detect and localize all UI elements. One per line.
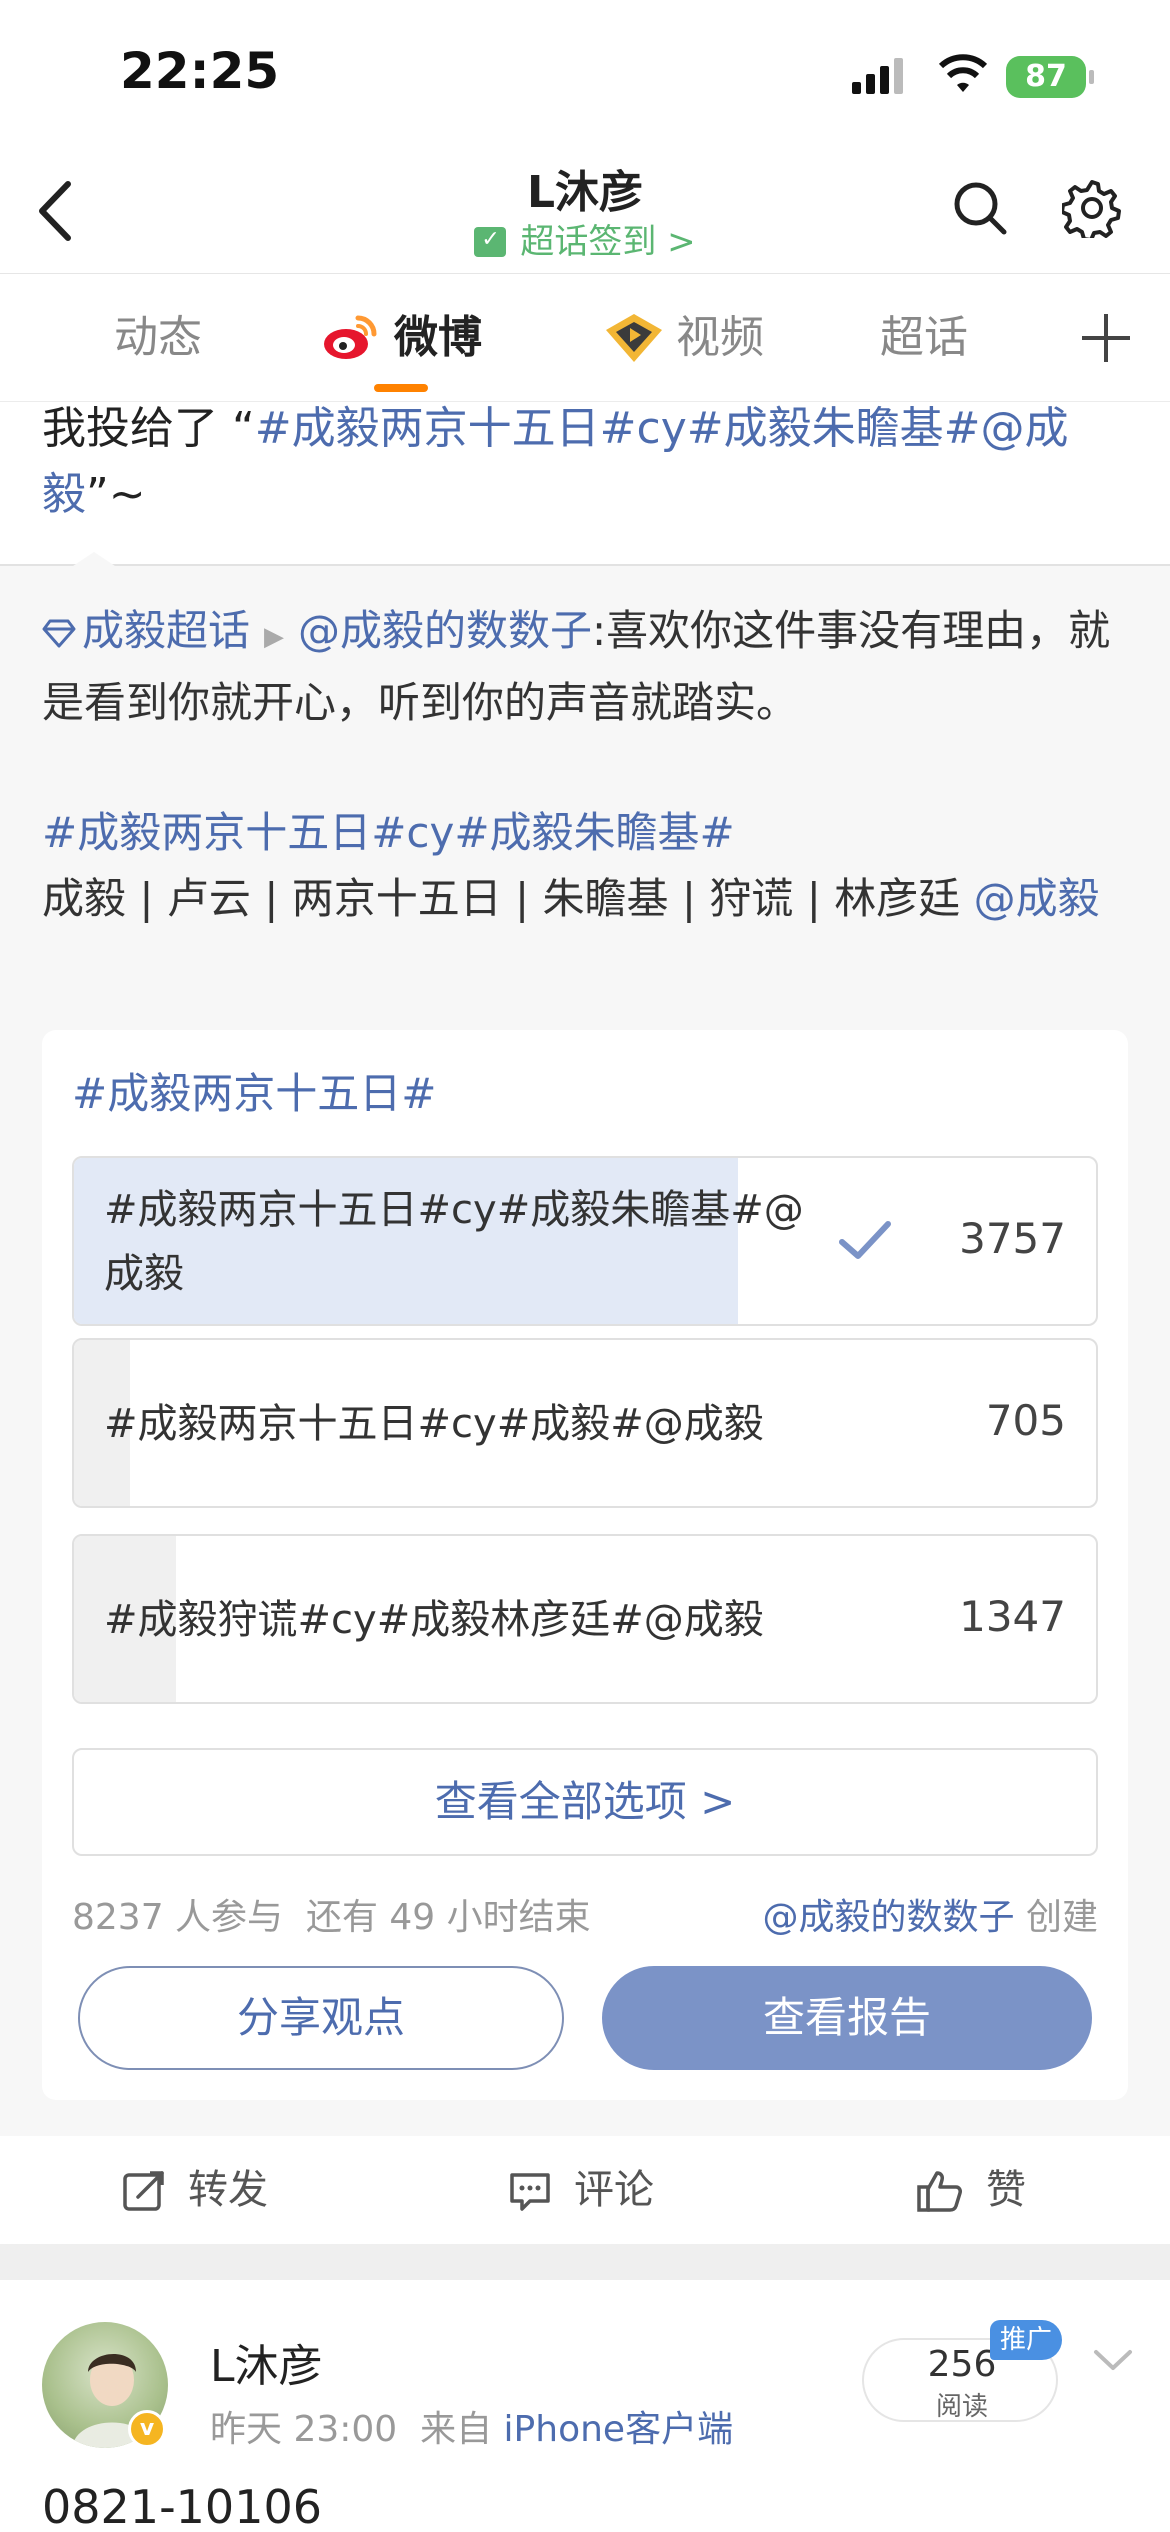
post-username[interactable]: L沐彦	[210, 2330, 323, 2394]
post-text: 0821-10106	[42, 2480, 322, 2532]
tab-supertopic[interactable]: 超话	[880, 274, 968, 402]
read-label: 阅读	[935, 2392, 988, 2422]
post-prefix: 我投给了 “	[42, 403, 255, 454]
verified-badge-icon: v	[128, 2410, 166, 2448]
post-meta: 昨天 23:00 来自 iPhone客户端	[210, 2400, 733, 2452]
post-action-bar: 转发 评论 赞	[0, 2136, 1170, 2244]
poll-remaining: 还有 49 小时结束	[305, 1897, 591, 1938]
poll-creator: @成毅的数数子 创建	[763, 1888, 1098, 1940]
repost-label: 转发	[188, 2167, 268, 2213]
play-arrow-icon: ▶	[264, 622, 285, 652]
comment-button[interactable]: 评论	[508, 2136, 654, 2244]
chevron-down-icon[interactable]	[1088, 2340, 1138, 2380]
post-text: 我投给了 “#成毅两京十五日#cy#成毅朱瞻基#@成毅”~	[42, 396, 1132, 528]
poll-title[interactable]: #成毅两京十五日#	[72, 1060, 436, 1121]
search-icon[interactable]	[950, 178, 1010, 238]
comment-icon	[510, 2173, 550, 2211]
status-bar: 22:25 87	[0, 0, 1170, 140]
post-time: 昨天 23:00	[210, 2409, 398, 2450]
status-time: 22:25	[120, 42, 280, 100]
repost-tags: #成毅两京十五日#cy#成毅朱瞻基# 成毅 | 卢云 | 两京十五日 | 朱瞻基 …	[42, 800, 1132, 932]
view-report-button[interactable]: 查看报告	[602, 1966, 1092, 2070]
checkmark-icon	[839, 1221, 891, 1259]
poll-option-label: #成毅狩谎#cy#成毅林彦廷#@成毅	[104, 1597, 764, 1643]
repost-text: 成毅超话 ▶ @成毅的数数子:喜欢你这件事没有理由，就是看到你就开心，听到你的声音就…	[42, 598, 1132, 736]
poll-option[interactable]: #成毅两京十五日#cy#成毅朱瞻基#@成毅 3757	[72, 1156, 1098, 1326]
poll-option-label: #成毅两京十五日#cy#成毅#@成毅	[104, 1401, 764, 1447]
checkin-label: 超话签到 >	[520, 222, 696, 262]
battery-indicator: 87	[1006, 56, 1094, 98]
poll-option-count: 705	[985, 1396, 1066, 1445]
thumbs-up-icon	[917, 2171, 962, 2212]
comment-label: 评论	[574, 2167, 654, 2213]
view-all-options-button[interactable]: 查看全部选项 >	[72, 1748, 1098, 1856]
tab-video[interactable]: 视频	[676, 274, 764, 402]
like-button[interactable]: 赞	[916, 2136, 1026, 2244]
poll-participants: 8237 人参与	[72, 1897, 284, 1938]
profile-tabs: 动态 微博 视频 超话	[0, 274, 1170, 402]
weibo-logo-icon	[324, 315, 377, 359]
video-badge-icon	[606, 314, 662, 362]
repost-roles: 成毅 | 卢云 | 两京十五日 | 朱瞻基 | 狩谎 | 林彦廷	[42, 874, 974, 923]
poll-option-count: 3757	[959, 1214, 1066, 1263]
repost-mention[interactable]: @成毅	[974, 874, 1100, 923]
nav-header: L沐彦 超话签到 >	[0, 140, 1170, 274]
supertopic-link[interactable]: 成毅超话	[82, 606, 250, 655]
post-suffix: ”~	[86, 469, 146, 520]
poll-option[interactable]: #成毅两京十五日#cy#成毅#@成毅 705	[72, 1338, 1098, 1508]
add-tab-icon[interactable]	[1080, 312, 1132, 364]
like-label: 赞	[986, 2167, 1026, 2213]
repost-icon	[123, 2171, 164, 2211]
poll-option[interactable]: #成毅狩谎#cy#成毅林彦廷#@成毅 1347	[72, 1534, 1098, 1704]
post-device[interactable]: iPhone客户端	[504, 2409, 734, 2450]
poll-creator-suffix: 创建	[1014, 1897, 1098, 1938]
active-tab-indicator	[374, 384, 428, 392]
poll-creator-link[interactable]: @成毅的数数子	[763, 1897, 1015, 1938]
repost-pointer	[70, 552, 118, 568]
poll-option-count: 1347	[959, 1592, 1066, 1641]
repost-author-link[interactable]: @成毅的数数子	[298, 606, 592, 655]
tab-dynamic[interactable]: 动态	[114, 274, 202, 402]
settings-gear-icon[interactable]	[1062, 178, 1122, 238]
poll-card: #成毅两京十五日# #成毅两京十五日#cy#成毅朱瞻基#@成毅 3757 #成毅…	[42, 1030, 1128, 2100]
feed-separator	[0, 2244, 1170, 2280]
post-source-prefix: 来自	[420, 2409, 504, 2450]
share-opinion-button[interactable]: 分享观点	[78, 1966, 564, 2070]
calendar-check-icon	[474, 227, 507, 257]
wifi-icon	[938, 54, 988, 92]
repost-hashtags[interactable]: #成毅两京十五日#cy#成毅朱瞻基#	[42, 800, 1132, 866]
tab-weibo[interactable]: 微博	[394, 274, 482, 402]
poll-option-label: #成毅两京十五日#cy#成毅朱瞻基#@成毅	[104, 1187, 804, 1297]
cellular-signal-icon	[852, 58, 903, 94]
poll-meta: 8237 人参与 还有 49 小时结束	[72, 1888, 591, 1940]
repost-button[interactable]: 转发	[122, 2136, 268, 2244]
diamond-icon	[42, 619, 76, 648]
promote-badge[interactable]: 推广	[990, 2320, 1062, 2360]
